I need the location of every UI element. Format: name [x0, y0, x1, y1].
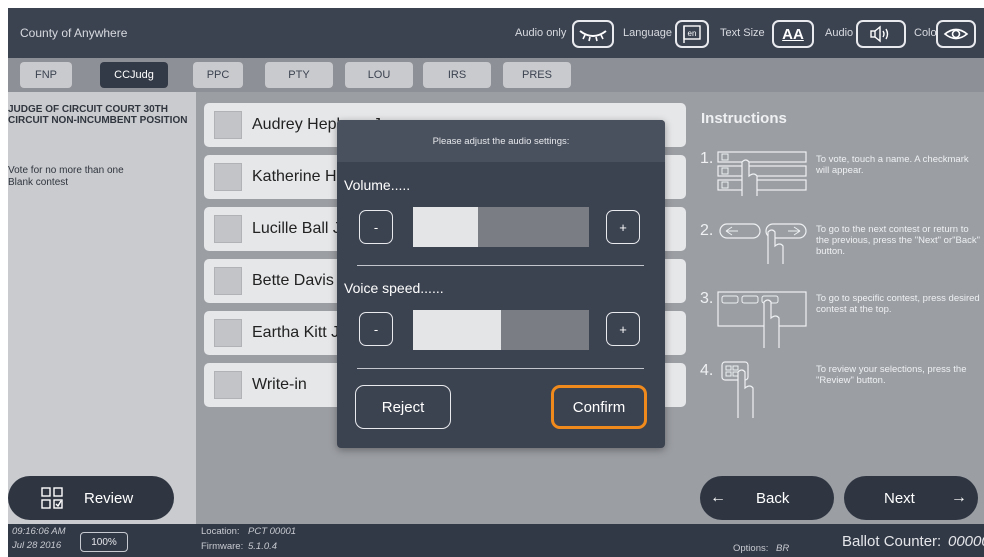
- instructions-title: Instructions: [701, 110, 787, 127]
- volume-slider[interactable]: [413, 207, 589, 247]
- ballot-counter-label: Ballot Counter:: [842, 533, 942, 550]
- audio-only-label: Audio only: [515, 27, 567, 39]
- voice-speed-level-fill: [413, 310, 501, 350]
- review-button[interactable]: Review: [8, 476, 174, 520]
- ballot-counter-value: 00000: [948, 533, 984, 550]
- volume-decrease-button[interactable]: -: [359, 210, 393, 244]
- tab-fnp[interactable]: FNP: [20, 62, 72, 88]
- clock-time: 09:16:06 AM: [12, 526, 66, 537]
- text-size-icon: AA: [782, 25, 804, 43]
- step-number: 4.: [700, 362, 714, 379]
- step-text: To review your selections, press the "Re…: [816, 364, 967, 386]
- language-flag-icon: en: [683, 25, 701, 43]
- audio-button[interactable]: [856, 20, 906, 48]
- reject-button[interactable]: Reject: [355, 385, 451, 429]
- eye-icon: [943, 28, 969, 40]
- audio-label: Audio: [825, 27, 854, 39]
- divider: [357, 265, 644, 266]
- color-button[interactable]: [936, 20, 976, 48]
- candidate-checkbox[interactable]: [214, 319, 242, 347]
- volume-increase-button[interactable]: +: [606, 210, 640, 244]
- text-size-button[interactable]: AA: [772, 20, 814, 48]
- volume-level-fill: [413, 207, 479, 247]
- contest-info-panel: JUDGE OF CIRCUIT COURT 30TH CIRCUIT NON-…: [8, 92, 196, 524]
- candidate-checkbox[interactable]: [214, 215, 242, 243]
- tab-ppc[interactable]: PPC: [193, 62, 243, 88]
- instructions-panel: Instructions 1. To vote, touch a name. A…: [686, 92, 984, 524]
- vote-rule: Vote for no more than one: [8, 165, 124, 176]
- voice-speed-label: Voice speed......: [344, 280, 444, 296]
- volume-label: Volume.....: [344, 177, 411, 193]
- firmware-value: 5.1.0.4: [248, 541, 278, 552]
- language-label: Language: [623, 27, 672, 39]
- candidate-checkbox[interactable]: [214, 371, 242, 399]
- speed-increase-button[interactable]: +: [606, 312, 640, 346]
- tab-ccjudg[interactable]: CCJudg: [100, 62, 168, 88]
- arrow-right-icon: →: [950, 489, 967, 506]
- audio-only-button[interactable]: [572, 20, 614, 48]
- tab-pres[interactable]: PRES: [503, 62, 571, 88]
- location-value: PCT 00001: [248, 526, 297, 537]
- speed-decrease-button[interactable]: -: [359, 312, 393, 346]
- closed-eye-icon: [579, 30, 607, 42]
- review-touch-icon: [721, 361, 754, 418]
- zoom-indicator[interactable]: 100%: [80, 532, 128, 552]
- tab-irs[interactable]: IRS: [423, 62, 491, 88]
- tab-pty[interactable]: PTY: [265, 62, 333, 88]
- tab-lou[interactable]: LOU: [345, 62, 413, 88]
- voice-speed-slider[interactable]: [413, 310, 589, 350]
- back-next-touch-icon: [719, 223, 807, 264]
- location-label: Location:: [201, 526, 240, 537]
- step-number: 3.: [700, 290, 714, 307]
- speaker-icon: [870, 25, 889, 43]
- firmware-label: Firmware:: [201, 541, 244, 552]
- next-label: Next: [884, 489, 915, 507]
- clock-date: Jul 28 2016: [12, 540, 62, 551]
- county-name: County of Anywhere: [20, 26, 128, 40]
- step-number: 1.: [700, 150, 714, 167]
- options-label: Options:: [733, 543, 769, 554]
- blank-contest-note: Blank contest: [8, 177, 69, 188]
- arrow-left-icon: ←: [710, 489, 726, 506]
- list-touch-icon: [717, 151, 807, 196]
- next-button[interactable]: Next →: [844, 476, 978, 520]
- review-label: Review: [84, 489, 134, 507]
- top-bar: County of Anywhere Audio only Language e…: [8, 8, 984, 58]
- dialog-title: Please adjust the audio settings:: [337, 120, 665, 162]
- contest-tabs-touch-icon: [717, 291, 807, 348]
- text-size-label: Text Size: [720, 27, 765, 39]
- review-grid-icon: [41, 487, 63, 509]
- contest-tab-bar: FNP CCJudg PPC PTY LOU IRS PRES: [8, 58, 984, 92]
- language-code: en: [688, 29, 697, 38]
- audio-settings-dialog: Please adjust the audio settings: Volume…: [337, 120, 665, 448]
- candidate-checkbox[interactable]: [214, 111, 242, 139]
- divider: [357, 368, 644, 369]
- contest-title: JUDGE OF CIRCUIT COURT 30TH CIRCUIT NON-…: [8, 104, 188, 126]
- candidate-checkbox[interactable]: [214, 267, 242, 295]
- step-number: 2.: [700, 222, 714, 239]
- back-button[interactable]: ← Back: [700, 476, 834, 520]
- step-text: To go to the next contest or return to t…: [816, 224, 980, 257]
- confirm-button[interactable]: Confirm: [551, 385, 647, 429]
- step-text: To go to specific contest, press desired…: [816, 293, 980, 315]
- options-value: BR: [776, 543, 790, 554]
- step-text: To vote, touch a name. A checkmark will …: [816, 154, 969, 176]
- back-label: Back: [756, 489, 790, 507]
- status-bar: 09:16:06 AM Jul 28 2016 100% Location: P…: [8, 524, 984, 557]
- candidate-checkbox[interactable]: [214, 163, 242, 191]
- language-button[interactable]: en: [675, 20, 709, 48]
